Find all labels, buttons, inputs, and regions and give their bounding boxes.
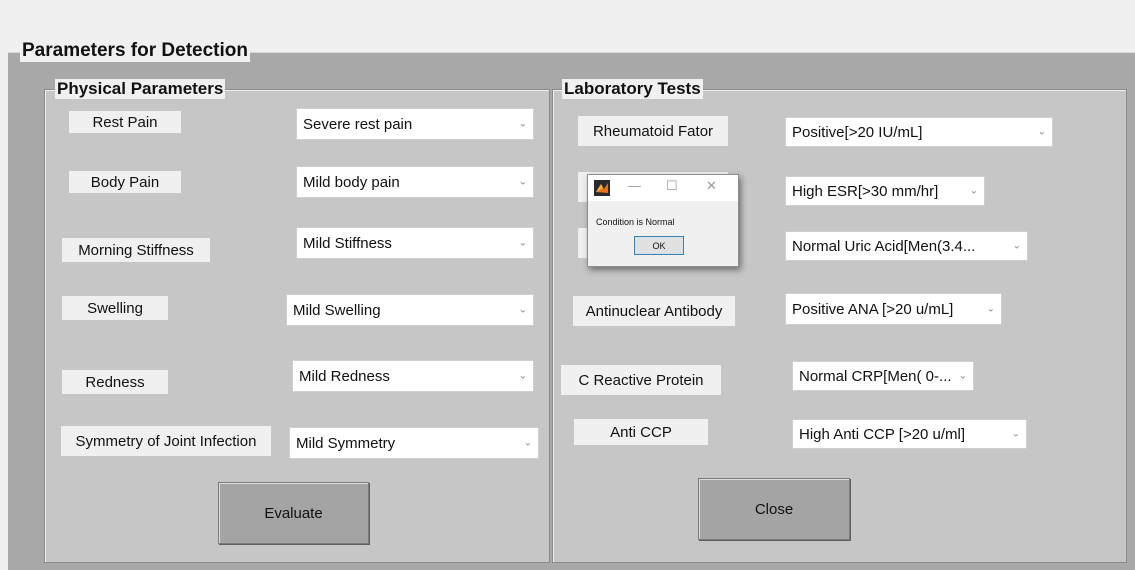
laboratory-tests-title: Laboratory Tests — [562, 79, 703, 99]
rheumatoid-factor-value: Positive[>20 IU/mL] — [792, 123, 923, 141]
redness-value: Mild Redness — [299, 367, 390, 385]
chevron-down-icon: ⌄ — [518, 370, 527, 382]
symmetry-label: Symmetry of Joint Infection — [61, 426, 271, 456]
rest-pain-value: Severe rest pain — [303, 115, 413, 133]
maximize-button[interactable]: ☐ — [666, 178, 678, 194]
antinuclear-antibody-select[interactable]: Positive ANA [>20 u/mL] ⌄ — [785, 293, 1002, 325]
uric-acid-value: Normal Uric Acid[Men(3.4... — [792, 237, 976, 255]
chevron-down-icon: ⌄ — [958, 370, 967, 382]
swelling-select[interactable]: Mild Swelling ⌄ — [286, 294, 534, 326]
uric-acid-select[interactable]: Normal Uric Acid[Men(3.4... ⌄ — [785, 231, 1028, 261]
panel-title: Parameters for Detection — [20, 40, 250, 62]
chevron-down-icon: ⌄ — [1037, 126, 1046, 138]
chevron-down-icon: ⌄ — [1012, 240, 1021, 252]
body-pain-label: Body Pain — [69, 171, 181, 193]
rheumatoid-factor-label: Rheumatoid Fator — [578, 116, 728, 146]
minimize-button[interactable]: — — [628, 178, 641, 193]
swelling-label: Swelling — [62, 296, 168, 320]
chevron-down-icon: ⌄ — [518, 118, 527, 130]
chevron-down-icon: ⌄ — [518, 304, 527, 316]
evaluate-button[interactable]: Evaluate — [218, 482, 369, 544]
rheumatoid-factor-select[interactable]: Positive[>20 IU/mL] ⌄ — [785, 117, 1053, 147]
body-pain-select[interactable]: Mild body pain ⌄ — [296, 166, 534, 198]
physical-parameters-title: Physical Parameters — [55, 79, 226, 99]
matlab-icon — [594, 180, 610, 196]
chevron-down-icon: ⌄ — [518, 176, 527, 188]
esr-select[interactable]: High ESR[>30 mm/hr] ⌄ — [785, 176, 985, 206]
rest-pain-label: Rest Pain — [69, 111, 181, 133]
antinuclear-antibody-label: Antinuclear Antibody — [573, 296, 735, 326]
symmetry-value: Mild Symmetry — [296, 434, 396, 452]
anti-ccp-label: Anti CCP — [574, 419, 708, 445]
chevron-down-icon: ⌄ — [523, 437, 532, 449]
chevron-down-icon: ⌄ — [986, 303, 995, 315]
anti-ccp-value: High Anti CCP [>20 u/ml] — [799, 425, 966, 443]
esr-value: High ESR[>30 mm/hr] — [792, 182, 939, 200]
dialog-titlebar: — ☐ ✕ — [588, 175, 738, 201]
close-dialog-button[interactable]: ✕ — [706, 178, 717, 194]
dialog-message: Condition is Normal — [596, 217, 675, 227]
message-dialog: — ☐ ✕ Condition is Normal OK — [587, 174, 739, 267]
redness-select[interactable]: Mild Redness ⌄ — [292, 360, 534, 392]
swelling-value: Mild Swelling — [293, 301, 381, 319]
morning-stiffness-value: Mild Stiffness — [303, 234, 392, 252]
symmetry-select[interactable]: Mild Symmetry ⌄ — [289, 427, 539, 459]
rest-pain-select[interactable]: Severe rest pain ⌄ — [296, 108, 534, 140]
chevron-down-icon: ⌄ — [1011, 428, 1020, 440]
chevron-down-icon: ⌄ — [518, 237, 527, 249]
anti-ccp-select[interactable]: High Anti CCP [>20 u/ml] ⌄ — [792, 419, 1027, 449]
redness-label: Redness — [62, 370, 168, 394]
close-button[interactable]: Close — [698, 478, 850, 540]
chevron-down-icon: ⌄ — [969, 185, 978, 197]
morning-stiffness-label: Morning Stiffness — [62, 238, 210, 262]
body-pain-value: Mild body pain — [303, 173, 400, 191]
c-reactive-protein-select[interactable]: Normal CRP[Men( 0-... ⌄ — [792, 361, 974, 391]
c-reactive-protein-label: C Reactive Protein — [561, 365, 721, 395]
morning-stiffness-select[interactable]: Mild Stiffness ⌄ — [296, 227, 534, 259]
c-reactive-protein-value: Normal CRP[Men( 0-... — [799, 367, 952, 385]
antinuclear-antibody-value: Positive ANA [>20 u/mL] — [792, 300, 954, 318]
ok-button[interactable]: OK — [634, 236, 684, 255]
